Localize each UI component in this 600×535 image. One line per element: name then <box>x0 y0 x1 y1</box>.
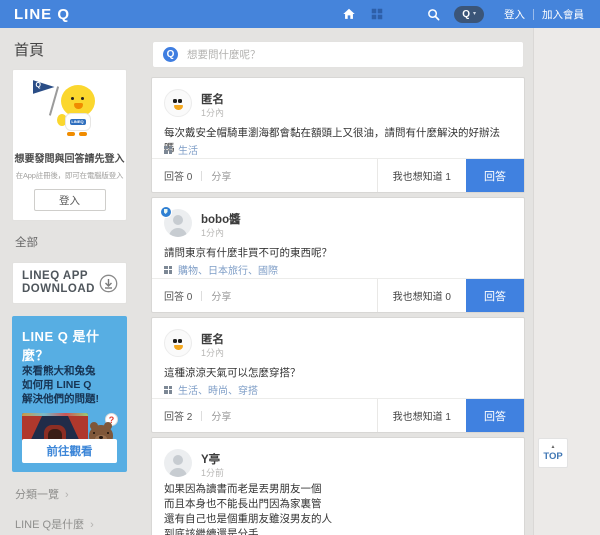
post-time: 1分內 <box>201 226 224 239</box>
author-name[interactable]: 匿名 <box>201 331 224 347</box>
lineq-logo[interactable]: LINE Q <box>14 6 70 23</box>
promo-card: LINE Q 是什麼？ 來看熊大和兔兔 如何用 LINE Q 解決他們的問題! … <box>12 316 127 472</box>
answer-button[interactable]: 回答 <box>466 279 524 312</box>
answer-button[interactable]: 回答 <box>466 159 524 192</box>
avatar-anonymous[interactable] <box>164 89 192 117</box>
download-icon <box>99 274 118 293</box>
chevron-right-icon: › <box>90 519 94 531</box>
question-tags[interactable]: 購物、日本旅行、國際 <box>178 262 278 277</box>
question-card: bobo醬 1分內 請問東京有什麼非買不可的東西呢？ 購物、日本旅行、國際 回答… <box>152 198 524 312</box>
card-footer: 回答 0 分享 我也想知道 0 回答 <box>152 278 524 312</box>
question-card: Y亭 1分前 如果因為讀書而老是丟男朋友一個 而且本身也不能長出門因為家裏管 還… <box>152 438 524 535</box>
lineq-shirt-badge: LINEQ <box>70 119 86 125</box>
avatar-user[interactable] <box>164 449 192 477</box>
anon-beak <box>174 105 183 110</box>
category-icon <box>164 266 172 274</box>
home-icon[interactable] <box>342 7 356 21</box>
anon-eyes <box>173 99 182 103</box>
sidebar-link-what-is-lineq[interactable]: LINE Q是什麼› <box>15 516 127 532</box>
question-tags[interactable]: 生活、時尚、穿搭 <box>178 382 258 397</box>
login-card-subtitle: 在App註冊後，即可在電腦版登入 <box>13 170 126 181</box>
author-name[interactable]: 匿名 <box>201 91 224 107</box>
search-icon[interactable] <box>427 8 440 21</box>
sidebar-item-all[interactable]: 全部 <box>15 234 127 250</box>
q-badge: Q <box>462 9 470 20</box>
question-text[interactable]: 這種涼涼天氣可以怎麼穿搭？ <box>164 366 510 381</box>
flag-pole <box>48 86 58 115</box>
top-button-label: TOP <box>543 451 562 462</box>
share-button[interactable]: 分享 <box>211 408 231 423</box>
login-card: Q LINEQ 想要發問與回答請先登入 在App註冊後，即可在電腦版登入 登入 <box>12 69 127 221</box>
category-icon <box>164 146 172 154</box>
ask-placeholder: 想要問什麼呢？ <box>187 47 261 62</box>
card-footer: 回答 0 分享 我也想知道 1 回答 <box>152 158 524 192</box>
sally-beak <box>74 103 83 109</box>
anon-eyes <box>173 339 182 343</box>
share-button[interactable]: 分享 <box>211 168 231 183</box>
post-time: 1分內 <box>201 106 224 119</box>
avatar-anonymous[interactable] <box>164 329 192 357</box>
question-card: 匿名 1分內 每次戴安全帽騎車瀏海都會黏在額頭上又很油，請問有什麼解決的好辦法嗎… <box>152 78 524 192</box>
chevron-down-icon: ▾ <box>473 11 476 17</box>
header-join-link[interactable]: 加入會員 <box>534 7 592 22</box>
author-name[interactable]: bobo醬 <box>201 211 241 227</box>
scroll-to-top-button[interactable]: ▲ TOP <box>538 438 568 468</box>
want-to-know-button[interactable]: 我也想知道 0 <box>377 279 466 312</box>
question-text[interactable]: 每次戴安全帽騎車瀏海都會黏在額頭上又很油，請問有什麼解決的好辦法嗎 <box>164 126 510 156</box>
apps-grid-icon[interactable] <box>370 7 384 21</box>
sidebar: 首頁 Q LINEQ 想要發問與回答請先登入 在App註冊後，即可在電腦版登入 … <box>12 28 127 532</box>
question-tags[interactable]: 生活 <box>178 142 198 157</box>
card-footer: 回答 2 分享 我也想知道 1 回答 <box>152 398 524 432</box>
chevron-right-icon: › <box>65 489 69 501</box>
sally-shirt: LINEQ <box>65 113 91 131</box>
want-to-know-button[interactable]: 我也想知道 1 <box>377 159 466 192</box>
up-arrow-icon: ▲ <box>551 445 556 450</box>
answers-count[interactable]: 回答 0 <box>164 288 192 303</box>
header-login-link[interactable]: 登入 <box>496 7 533 22</box>
top-bar: LINE Q Q ▾ 登入 加入會員 <box>0 0 600 28</box>
anon-beak <box>174 345 183 350</box>
sally-mascot: Q LINEQ <box>31 80 109 144</box>
post-time: 1分前 <box>201 466 224 479</box>
question-text[interactable]: 如果因為讀書而老是丟男朋友一個 而且本身也不能長出門因為家裏管 還有自己也是個重… <box>164 482 510 535</box>
ask-question-input[interactable]: Q 想要問什麼呢？ <box>152 41 524 68</box>
post-time: 1分內 <box>201 346 224 359</box>
promo-line2: 如何用 LINE Q <box>22 378 117 392</box>
app-download-button[interactable]: LINEQ APP DOWNLOAD <box>12 262 127 304</box>
login-card-title: 想要發問與回答請先登入 <box>13 150 126 165</box>
question-card: 匿名 1分內 這種涼涼天氣可以怎麼穿搭？ 生活、時尚、穿搭 回答 2 分享 我也… <box>152 318 524 432</box>
lineq-flag-icon: Q <box>33 80 55 94</box>
category-icon <box>164 386 172 394</box>
promo-line1: 來看熊大和兔兔 <box>22 364 117 378</box>
header-nav <box>342 0 384 28</box>
q-icon: Q <box>163 47 178 62</box>
answer-button[interactable]: 回答 <box>466 399 524 432</box>
answers-count[interactable]: 回答 0 <box>164 168 192 183</box>
page-title-home[interactable]: 首頁 <box>14 39 127 60</box>
watch-video-button[interactable]: 前往觀看 <box>22 439 117 463</box>
answers-count[interactable]: 回答 2 <box>164 408 192 423</box>
promo-title: LINE Q 是什麼？ <box>22 326 117 364</box>
sidebar-login-button[interactable]: 登入 <box>34 189 106 211</box>
share-button[interactable]: 分享 <box>211 288 231 303</box>
header-right: Q ▾ 登入 加入會員 <box>427 0 592 28</box>
verified-badge-icon <box>160 206 172 218</box>
question-text[interactable]: 請問東京有什麼非買不可的東西呢？ <box>164 246 510 261</box>
promo-line3: 解決他們的問題! <box>22 392 117 406</box>
author-name[interactable]: Y亭 <box>201 451 220 467</box>
q-service-dropdown[interactable]: Q ▾ <box>454 6 484 23</box>
sidebar-link-categories[interactable]: 分類一覽› <box>15 486 127 502</box>
want-to-know-button[interactable]: 我也想知道 1 <box>377 399 466 432</box>
